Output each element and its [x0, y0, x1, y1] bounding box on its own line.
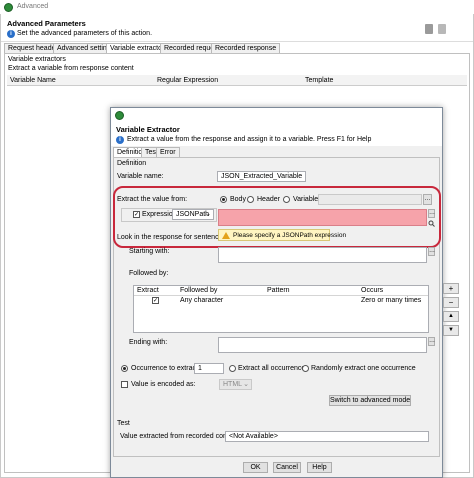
- expression-browse-button[interactable]: …: [428, 209, 435, 218]
- occurrence-radio[interactable]: [121, 365, 128, 372]
- occurrence-input[interactable]: 1: [194, 363, 224, 374]
- advanced-header: Advanced Parameters i Set the advanced p…: [1, 14, 473, 42]
- followed-table-header: Extract Followed by Pattern Occurs: [134, 286, 428, 296]
- col-pattern: Pattern: [267, 287, 290, 294]
- col-regular-expression: Regular Expression: [157, 77, 219, 84]
- encoded-label: Value is encoded as:: [131, 381, 196, 388]
- table-row[interactable]: ✓ Any character Zero or many times: [134, 296, 428, 306]
- dialog-subtitle: Extract a value from the response and as…: [127, 136, 372, 143]
- dialog-app-icon: [115, 111, 124, 120]
- expression-input[interactable]: [218, 209, 427, 226]
- variable-name-field[interactable]: JSON_Extracted_Variable: [217, 171, 306, 182]
- row-extract-checkbox[interactable]: ✓: [152, 297, 159, 304]
- advanced-window-title: Advanced: [17, 3, 49, 10]
- variable-radio-label: Variable: [293, 196, 319, 203]
- info-icon: i: [7, 30, 15, 38]
- section-title: Variable extractors: [8, 56, 66, 63]
- header-radio[interactable]: [247, 196, 254, 203]
- chevron-down-icon: ⌄: [205, 211, 211, 218]
- row-occurs: Zero or many times: [361, 297, 422, 304]
- add-row-button[interactable]: +: [443, 283, 459, 294]
- expression-checkbox[interactable]: ✓: [133, 211, 140, 218]
- random-label: Randomly extract one occurrence: [311, 365, 416, 372]
- move-down-button[interactable]: ▼: [443, 325, 459, 336]
- variable-name-label: Variable name:: [117, 173, 164, 180]
- row-followed-by: Any character: [180, 297, 224, 304]
- remove-row-button[interactable]: −: [443, 297, 459, 308]
- warning-tooltip: Please specify a JSONPath expression: [218, 229, 346, 241]
- col-template: Template: [305, 77, 334, 84]
- dialog-header: Variable Extractor i Extract a value fro…: [111, 108, 442, 146]
- body-radio[interactable]: [220, 196, 227, 203]
- variable-radio[interactable]: [283, 196, 290, 203]
- ending-with-label: Ending with:: [129, 339, 168, 346]
- save-icon[interactable]: [425, 24, 433, 34]
- ending-with-browse-button[interactable]: …: [428, 337, 435, 346]
- random-radio[interactable]: [302, 365, 309, 372]
- col-variable-name: Variable Name: [10, 77, 56, 84]
- starting-with-label: Starting with:: [129, 248, 170, 255]
- col-extract: Extract: [137, 287, 159, 294]
- extract-from-label: Extract the value from:: [117, 196, 188, 203]
- variable-source-field[interactable]: [318, 194, 422, 205]
- recorded-value-label: Value extracted from recorded content:: [120, 433, 241, 440]
- ok-button[interactable]: OK: [243, 462, 268, 473]
- expression-type-select[interactable]: JSONPath ⌄: [172, 209, 214, 220]
- cancel-button[interactable]: Cancel: [273, 462, 301, 473]
- variable-source-dropdown[interactable]: …: [423, 194, 432, 205]
- occurrence-label: Occurrence to extract:: [131, 365, 200, 372]
- definition-label: Definition: [117, 160, 147, 167]
- body-radio-label: Body: [230, 196, 246, 203]
- help-button[interactable]: Help: [307, 462, 332, 473]
- tab-error[interactable]: Error: [156, 147, 180, 157]
- followed-by-label: Followed by:: [129, 270, 169, 277]
- col-occurs: Occurs: [361, 287, 384, 294]
- chevron-down-icon: ⌄: [243, 381, 249, 388]
- document-icon[interactable]: [438, 24, 446, 34]
- extractors-table-header: Variable Name Regular Expression Templat…: [7, 75, 467, 86]
- move-up-button[interactable]: ▲: [443, 311, 459, 322]
- advanced-titlebar: Advanced: [0, 0, 474, 14]
- tab-recorded-response[interactable]: Recorded response: [211, 43, 281, 53]
- header-radio-label: Header: [257, 196, 280, 203]
- recorded-value-field: <Not Available>: [225, 431, 429, 442]
- switch-advanced-mode-button[interactable]: Switch to advanced mode: [329, 395, 411, 406]
- warning-icon: [222, 232, 230, 239]
- warning-text: Please specify a JSONPath expression: [233, 232, 347, 239]
- test-section-label: Test: [117, 420, 130, 427]
- look-in-label: Look in the response for sentence:: [117, 234, 225, 241]
- extract-all-radio[interactable]: [229, 365, 236, 372]
- encoding-value: HTML: [223, 381, 243, 388]
- dialog-title: Variable Extractor: [116, 125, 180, 134]
- app-icon: [4, 3, 13, 12]
- advanced-header-title: Advanced Parameters: [7, 19, 86, 28]
- starting-with-field[interactable]: [218, 247, 427, 263]
- starting-with-browse-button[interactable]: …: [428, 247, 435, 256]
- dialog-info-icon: i: [116, 136, 124, 144]
- search-icon[interactable]: [428, 220, 435, 227]
- encoding-select[interactable]: HTML ⌄: [219, 379, 252, 390]
- ending-with-field[interactable]: [218, 337, 427, 353]
- encoded-checkbox[interactable]: [121, 381, 128, 388]
- advanced-header-subtitle: Set the advanced parameters of this acti…: [17, 30, 153, 37]
- followed-by-table: Extract Followed by Pattern Occurs ✓ Any…: [133, 285, 429, 333]
- section-subtitle: Extract a variable from response content: [8, 65, 134, 72]
- extract-all-label: Extract all occurrences: [238, 365, 309, 372]
- col-followed-by: Followed by: [180, 287, 218, 294]
- expression-type-value: JSONPath: [176, 211, 210, 218]
